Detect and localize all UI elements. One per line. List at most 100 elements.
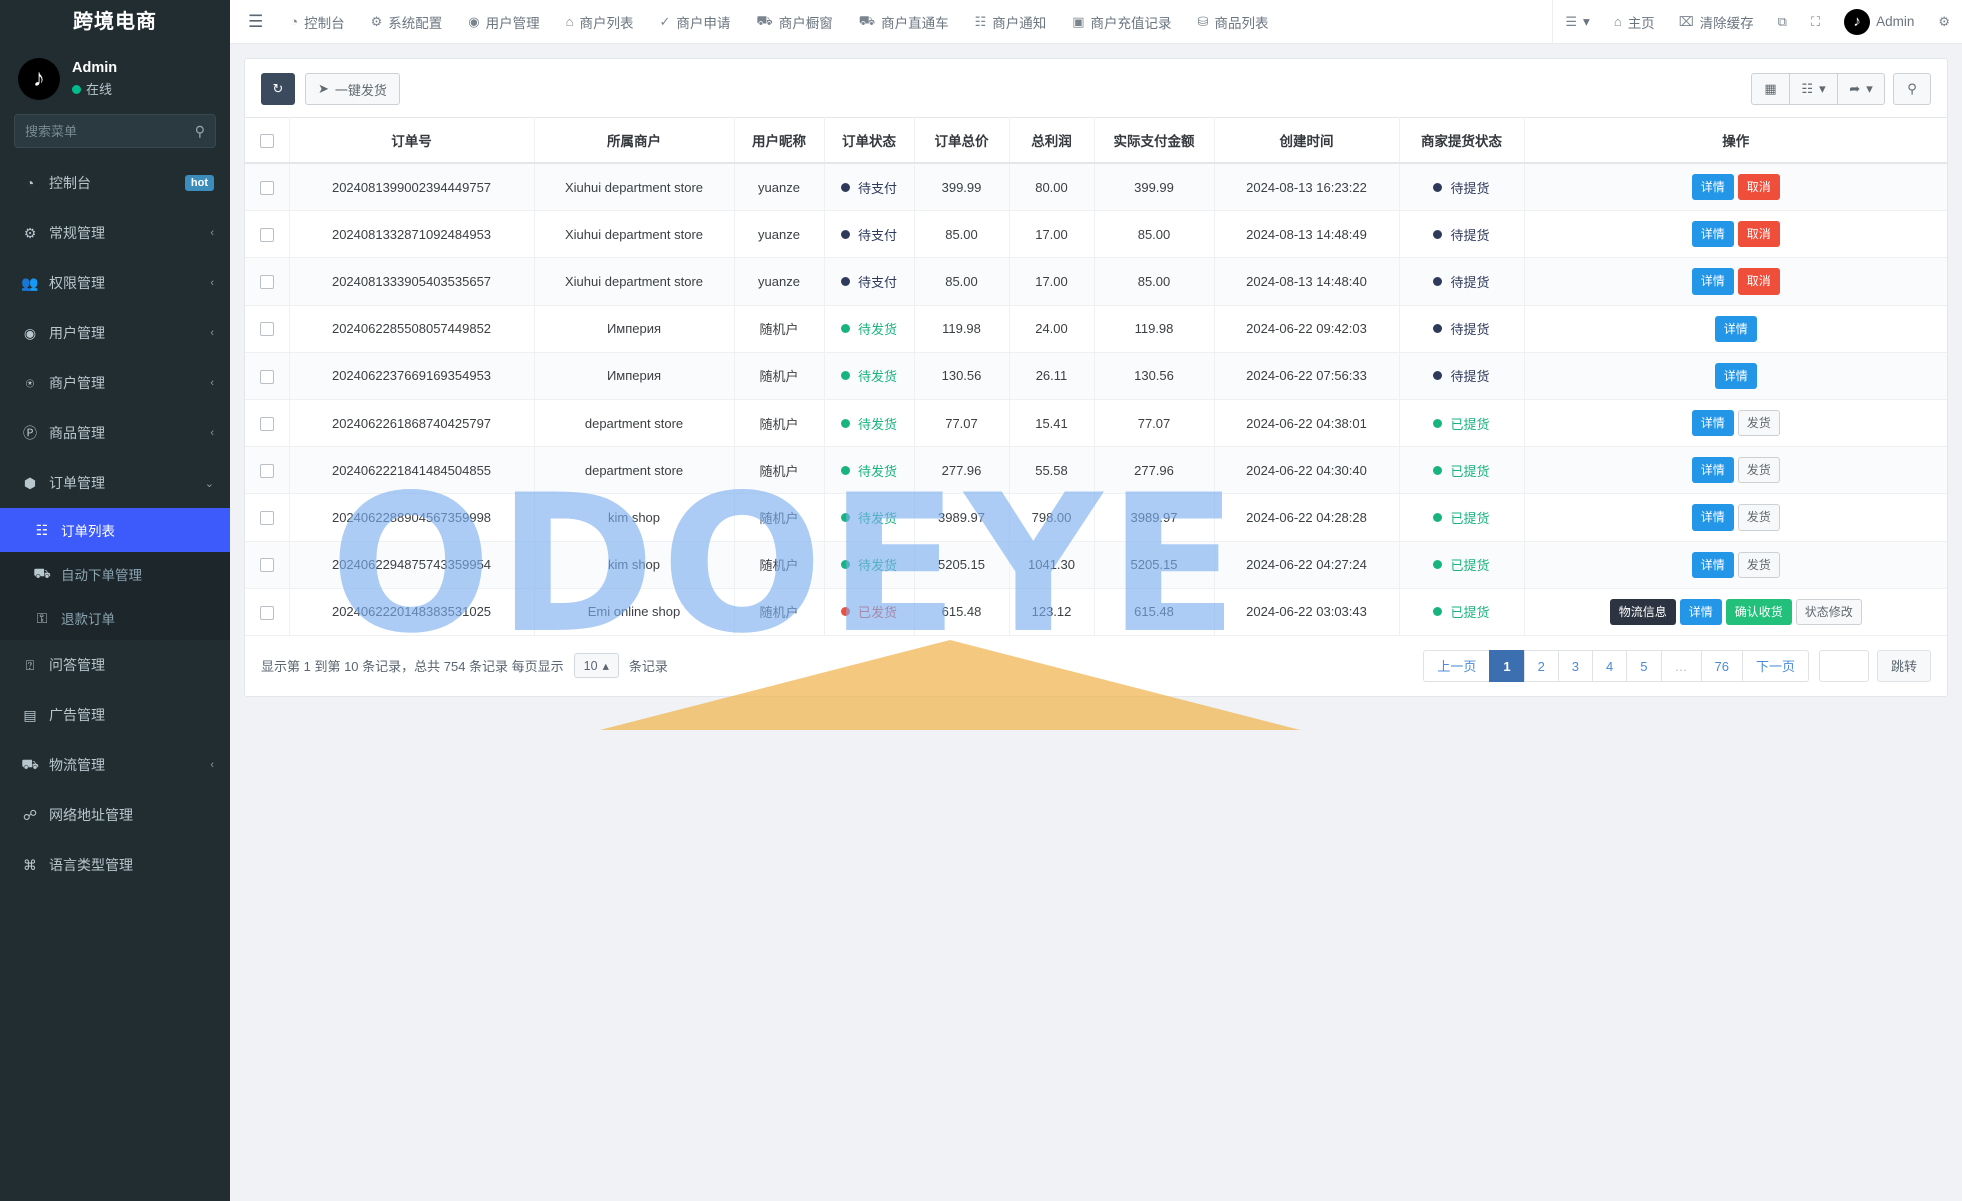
action-primary-button[interactable]: 详情 (1714, 315, 1757, 342)
action-default-button[interactable]: 发货 (1737, 457, 1780, 484)
select-all-checkbox[interactable] (259, 133, 274, 148)
row-select-cell[interactable] (245, 210, 290, 259)
topnav-right-item-0[interactable]: ☰ ▾ (1553, 0, 1601, 44)
row-checkbox[interactable] (259, 322, 274, 337)
prev-page-button[interactable]: 上一页 (1423, 649, 1490, 682)
column-toggle-button[interactable]: ▦ (1751, 73, 1789, 105)
row-select-cell[interactable] (245, 588, 290, 636)
jump-page-input[interactable] (1818, 649, 1869, 682)
topnav-right-item-6[interactable]: ⚙ (1926, 0, 1962, 44)
topnav-item-1[interactable]: ⚙ 系统配置 (358, 0, 456, 44)
topnav-item-0[interactable]: ◔ 控制台 (277, 0, 357, 44)
sidebar-item-7[interactable]: ⍰ 问答管理 (0, 640, 230, 690)
grid-view-button[interactable]: ☷ ▾ (1789, 73, 1837, 105)
row-checkbox[interactable] (259, 275, 274, 290)
topnav-item-9[interactable]: ⛁ 商品列表 (1185, 0, 1282, 44)
page-button-3[interactable]: 4 (1592, 649, 1627, 682)
sidebar-subitem-1[interactable]: ⛟ 自动下单管理 (0, 552, 230, 596)
export-button[interactable]: ➦ ▾ (1837, 73, 1885, 105)
sidebar-item-8[interactable]: ▤ 广告管理 (0, 690, 230, 740)
topnav-right-item-3[interactable]: ⧉ (1766, 0, 1799, 44)
page-button-0[interactable]: 1 (1489, 649, 1524, 682)
row-checkbox[interactable] (259, 180, 274, 195)
row-select-cell[interactable] (245, 352, 290, 400)
action-danger-button[interactable]: 取消 (1737, 174, 1780, 201)
sidebar-item-0[interactable]: ◔ 控制台 hot (0, 158, 230, 208)
sidebar-item-4[interactable]: ⍟ 商户管理 ‹ (0, 358, 230, 408)
page-size-select[interactable]: 10 ▴ (573, 653, 619, 679)
column-header-10: 操作 (1524, 117, 1947, 164)
page-button-4[interactable]: 5 (1626, 649, 1661, 682)
row-checkbox[interactable] (259, 464, 274, 478)
sidebar-item-1[interactable]: ⚙ 常规管理 ‹ (0, 208, 230, 258)
row-checkbox[interactable] (259, 228, 274, 243)
action-danger-button[interactable]: 取消 (1737, 268, 1780, 295)
sidebar-subitem-0[interactable]: ☷ 订单列表 (0, 508, 230, 552)
sidebar-item-2[interactable]: 👥 权限管理 ‹ (0, 258, 230, 308)
sidebar-item-3[interactable]: ◉ 用户管理 ‹ (0, 308, 230, 358)
action-primary-button[interactable]: 详情 (1691, 221, 1734, 248)
jump-button[interactable]: 跳转 (1876, 649, 1931, 682)
sidebar-item-5[interactable]: Ⓟ 商品管理 ‹ (0, 408, 230, 458)
action-default-button[interactable]: 发货 (1737, 504, 1780, 531)
bulk-ship-button[interactable]: ➤ 一键发货 (305, 73, 400, 105)
topnav-item-4[interactable]: ✓ 商户申请 (646, 0, 743, 44)
sidebar-subitem-2[interactable]: ⚿ 退款订单 (0, 596, 230, 640)
row-checkbox[interactable] (259, 558, 274, 573)
topnav-item-3[interactable]: ⌂ 商户列表 (553, 0, 647, 44)
action-primary-button[interactable]: 详情 (1691, 409, 1734, 437)
row-checkbox[interactable] (259, 511, 274, 526)
next-page-button[interactable]: 下一页 (1741, 649, 1809, 682)
refresh-button[interactable]: ↻ (261, 73, 295, 105)
action-success-button[interactable]: 确认收货 (1725, 598, 1792, 625)
sidebar-item-10[interactable]: ☍ 网络地址管理 (0, 790, 230, 840)
hamburger-icon[interactable]: ☰ (230, 12, 277, 32)
action-primary-button[interactable]: 详情 (1714, 362, 1757, 389)
search-toggle-button[interactable]: ⚲ (1893, 73, 1931, 105)
row-select-cell[interactable] (245, 493, 290, 542)
action-danger-button[interactable]: 取消 (1737, 221, 1780, 248)
row-select-cell[interactable] (245, 163, 290, 212)
action-primary-button[interactable]: 详情 (1691, 504, 1734, 531)
row-checkbox[interactable] (259, 416, 274, 431)
caret-up-icon: ▴ (602, 659, 609, 674)
sidebar-item-6[interactable]: ⬢ 订单管理 ⌄ (0, 458, 230, 508)
action-primary-button[interactable]: 详情 (1679, 598, 1722, 625)
topnav-item-5[interactable]: ⛟ 商户橱窗 (743, 0, 845, 44)
row-checkbox[interactable] (259, 369, 274, 384)
topnav-item-6[interactable]: ⛟ 商户直通车 (846, 0, 962, 44)
action-primary-button[interactable]: 详情 (1691, 268, 1734, 295)
pickup-status-label: 已提货 (1450, 558, 1490, 574)
row-checkbox[interactable] (259, 605, 274, 620)
search-input[interactable] (15, 115, 215, 147)
topnav-right-item-4[interactable]: ⛶ (1799, 0, 1832, 44)
action-dark-button[interactable]: 物流信息 (1609, 598, 1676, 625)
sidebar-item-9[interactable]: ⛟ 物流管理 ‹ (0, 740, 230, 790)
action-primary-button[interactable]: 详情 (1691, 551, 1734, 578)
topnav-item-7[interactable]: ☷ 商户通知 (962, 0, 1060, 44)
page-button-1[interactable]: 2 (1523, 649, 1558, 682)
sidebar-user-panel[interactable]: ♪ Admin 在线 (0, 44, 230, 114)
action-default-button[interactable]: 发货 (1737, 551, 1780, 578)
topnav-right-item-5[interactable]: ♪ Admin (1832, 0, 1926, 44)
row-select-cell[interactable] (245, 446, 290, 495)
row-select-cell[interactable] (245, 541, 290, 589)
row-select-cell[interactable] (245, 305, 290, 353)
topnav-right-item-1[interactable]: ⌂ 主页 (1602, 0, 1667, 44)
table-toolbar: ↻ ➤ 一键发货 ▦ ☷ ▾ ➦ ▾ ⚲ (245, 59, 1947, 117)
action-primary-button[interactable]: 详情 (1691, 457, 1734, 484)
action-primary-button[interactable]: 详情 (1691, 174, 1734, 201)
page-button-2[interactable]: 3 (1557, 649, 1593, 682)
topnav-right-item-2[interactable]: ⌧ 清除缓存 (1667, 0, 1766, 44)
select-all-header[interactable] (245, 117, 290, 164)
action-default-button[interactable]: 状态修改 (1795, 598, 1862, 625)
page-button-6[interactable]: 76 (1700, 649, 1742, 682)
row-select-cell[interactable] (245, 399, 290, 448)
topnav-item-2[interactable]: ◉ 用户管理 (455, 0, 552, 44)
sidebar-item-11[interactable]: ⌘ 语言类型管理 (0, 840, 230, 890)
chevron-down-icon: ▾ (1866, 81, 1873, 96)
action-default-button[interactable]: 发货 (1737, 409, 1780, 437)
topnav-item-8[interactable]: ▣ 商户充值记录 (1059, 0, 1184, 44)
row-select-cell[interactable] (245, 257, 290, 306)
search-icon[interactable]: ⚲ (195, 123, 205, 140)
